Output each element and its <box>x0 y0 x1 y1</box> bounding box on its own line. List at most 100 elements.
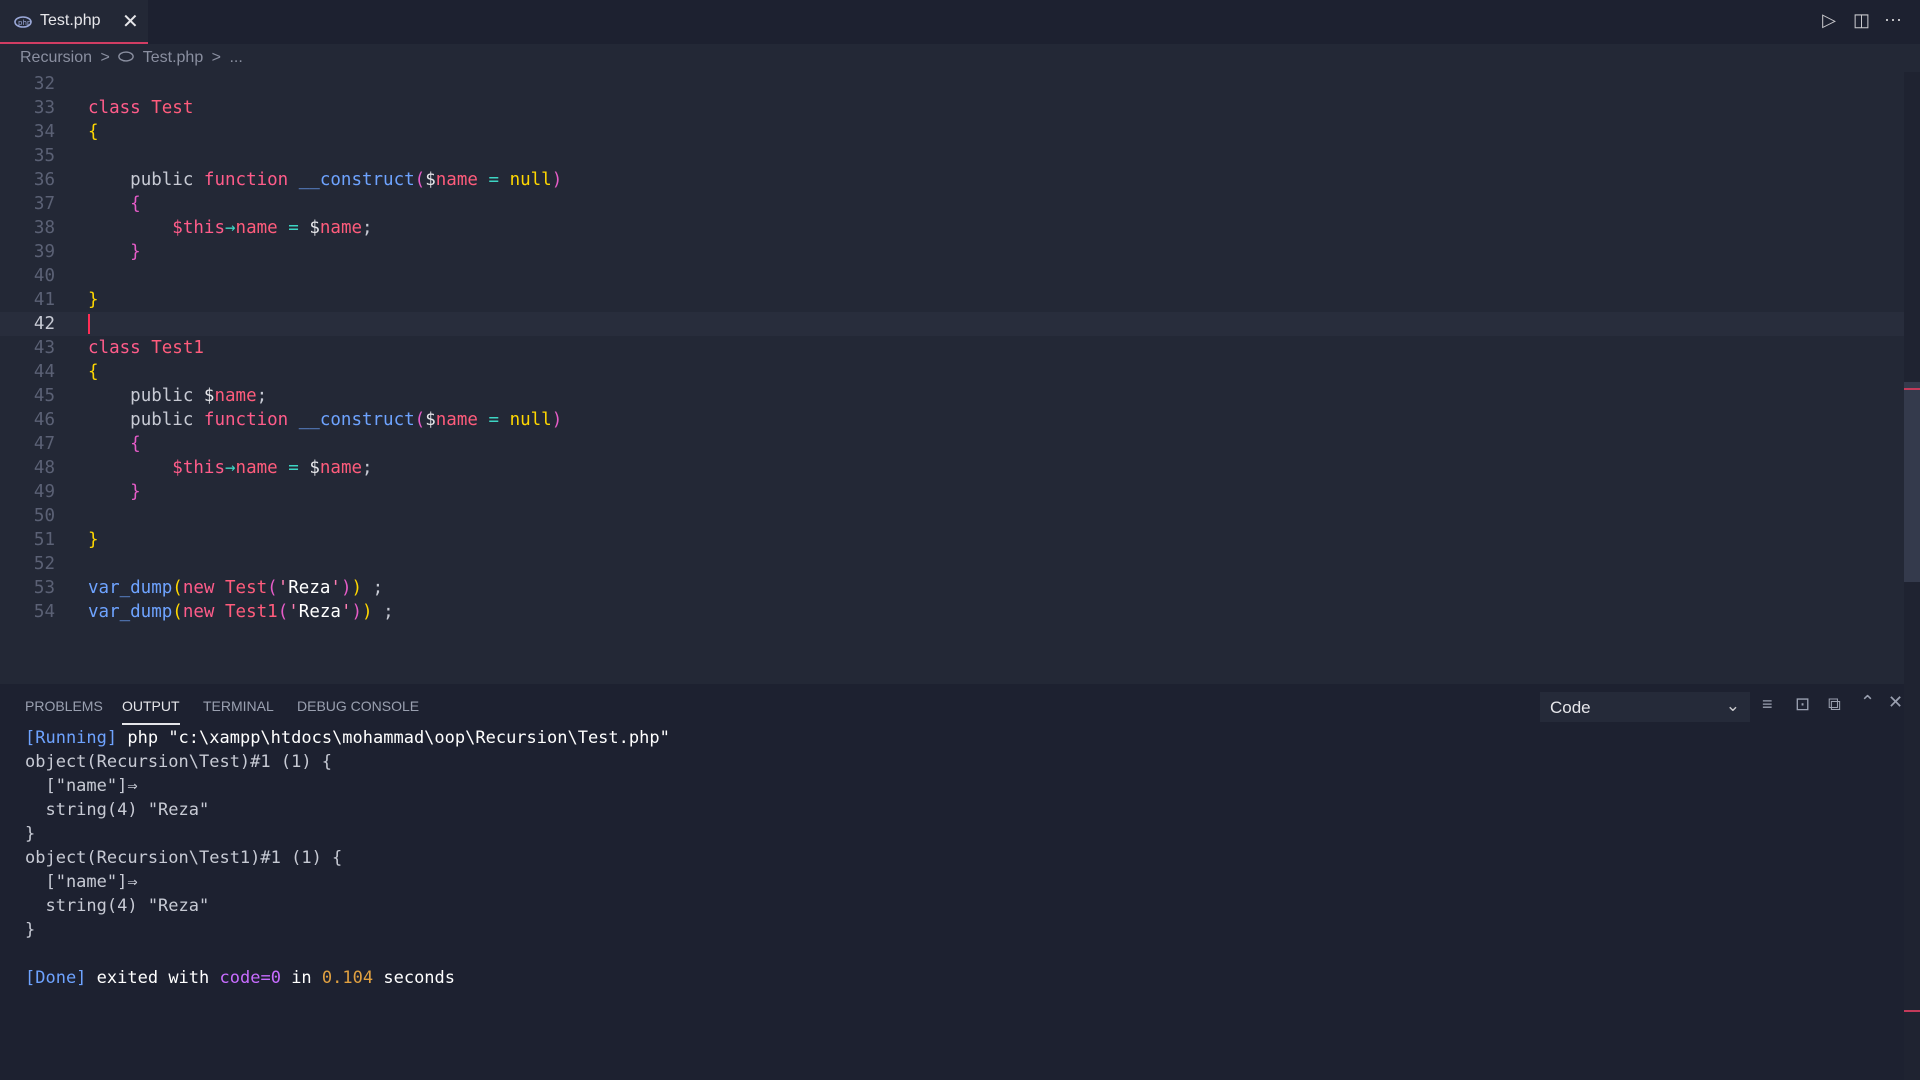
code-token: } <box>88 290 99 310</box>
code-token: function <box>203 170 289 190</box>
output-line: [Done] exited with code=0 in 0.104 secon… <box>25 966 455 990</box>
scrollbar-thumb[interactable] <box>1904 382 1920 582</box>
code-token: name <box>235 218 278 238</box>
code-token: } <box>88 530 99 550</box>
breadcrumb-file[interactable]: Test.php <box>143 49 203 66</box>
php-elephant-icon <box>118 49 138 66</box>
cursor-marker <box>1904 1010 1920 1012</box>
breadcrumb-folder[interactable]: Recursion <box>20 49 92 66</box>
tab-output[interactable]: OUTPUT <box>122 698 180 725</box>
tab-bar: php Test.php ✕ ▷ ◫ ⋯ <box>0 0 1920 44</box>
code-editor[interactable]: 32 33 class Test 34 { 35 36 public funct… <box>0 72 1904 682</box>
done-text: exited with <box>96 968 210 988</box>
tab-label: Test.php <box>40 12 101 29</box>
code-token: ; <box>372 602 394 622</box>
code-token: $ <box>425 170 436 190</box>
code-line: 34 { <box>0 120 1904 144</box>
code-token: $this <box>172 458 225 478</box>
code-token: ) <box>340 578 352 598</box>
editor-scrollbar[interactable] <box>1904 72 1920 1080</box>
breadcrumb-separator: > <box>100 49 110 66</box>
code-token: null <box>509 410 552 430</box>
code-token: ) <box>362 602 373 622</box>
line-number: 32 <box>33 74 55 94</box>
line-number: 48 <box>33 458 55 478</box>
code-token: ( <box>172 578 183 598</box>
output-channel-select[interactable]: Code ⌄ <box>1540 692 1750 722</box>
code-line: 40 <box>0 264 1904 288</box>
code-token: $ <box>309 458 320 478</box>
code-line: 39 } <box>0 240 1904 264</box>
line-number: 40 <box>33 266 55 286</box>
output-line: } <box>25 824 36 844</box>
code-token: = <box>488 410 500 430</box>
line-number: 50 <box>33 506 55 526</box>
output-line: ["name"]⇒ <box>25 776 138 796</box>
code-line: 37 { <box>0 192 1904 216</box>
code-line: 38 $this→name = $name; <box>0 216 1904 240</box>
code-token: public <box>130 410 194 430</box>
more-actions-icon[interactable]: ⋯ <box>1884 10 1902 31</box>
code-token: ) <box>351 602 363 622</box>
code-line: 32 <box>0 72 1904 96</box>
close-panel-icon[interactable]: ✕ <box>1888 692 1903 713</box>
output-line: [Running] php "c:\xampp\htdocs\mohammad\… <box>25 726 670 750</box>
code-token: ( <box>267 578 278 598</box>
output-line: string(4) "Reza" <box>25 800 210 820</box>
bottom-panel: PROBLEMS OUTPUT TERMINAL DEBUG CONSOLE C… <box>0 684 1904 1080</box>
output-line: string(4) "Reza" <box>25 896 210 916</box>
code-line: 48 $this→name = $name; <box>0 456 1904 480</box>
code-token: public <box>130 170 194 190</box>
done-text: in <box>291 968 312 988</box>
code-token: { <box>130 194 141 214</box>
lock-icon[interactable]: ⊡ <box>1795 694 1810 715</box>
code-token: { <box>88 362 99 382</box>
tab-debug-console[interactable]: DEBUG CONSOLE <box>297 698 419 714</box>
cursor-marker <box>1904 388 1920 390</box>
code-token: function <box>203 410 289 430</box>
code-token: ; <box>362 218 373 238</box>
split-editor-icon[interactable]: ◫ <box>1853 10 1870 31</box>
code-line: 50 <box>0 504 1904 528</box>
svg-text:php: php <box>18 19 32 27</box>
line-number: 45 <box>33 386 55 406</box>
code-token: → <box>224 458 236 478</box>
code-line: 47 { <box>0 432 1904 456</box>
copy-icon[interactable]: ⧉ <box>1828 694 1841 715</box>
tab-terminal[interactable]: TERMINAL <box>203 698 274 714</box>
code-line: 46 public function __construct($name = n… <box>0 408 1904 432</box>
run-icon[interactable]: ▷ <box>1822 10 1836 31</box>
text-cursor <box>88 314 90 334</box>
code-token: = <box>288 458 299 478</box>
breadcrumb-separator: > <box>211 49 222 66</box>
code-line: 51 } <box>0 528 1904 552</box>
code-token: ; <box>362 458 373 478</box>
code-token: name <box>319 458 363 478</box>
code-token: } <box>130 482 141 502</box>
code-token: new <box>182 602 215 622</box>
line-number: 53 <box>33 578 55 598</box>
code-line: 53 var_dump(new Test('Reza')) ; <box>0 576 1904 600</box>
output-line: } <box>25 920 36 940</box>
code-token: Test <box>151 98 194 118</box>
code-token: = <box>288 218 299 238</box>
chevron-down-icon: ⌄ <box>1725 696 1740 715</box>
clear-output-icon[interactable]: ≡ <box>1762 694 1773 715</box>
chevron-up-icon[interactable]: ⌃ <box>1860 692 1875 713</box>
breadcrumb-more[interactable]: ... <box>229 49 242 66</box>
code-token: __construct <box>298 170 415 190</box>
code-token: ( <box>172 602 183 622</box>
code-token: $ <box>425 410 436 430</box>
code-line: 35 <box>0 144 1904 168</box>
running-command: php "c:\xampp\htdocs\mohammad\oop\Recurs… <box>127 728 670 748</box>
code-token: name <box>214 386 257 406</box>
output-line: ["name"]⇒ <box>25 872 138 892</box>
tab-test-php[interactable]: php Test.php ✕ <box>0 0 148 44</box>
line-number: 36 <box>33 170 55 190</box>
close-icon[interactable]: ✕ <box>122 9 139 34</box>
tab-problems[interactable]: PROBLEMS <box>25 698 103 714</box>
code-line: 44 { <box>0 360 1904 384</box>
code-token: { <box>130 434 141 454</box>
done-text: seconds <box>383 968 456 988</box>
code-token: __construct <box>298 410 415 430</box>
